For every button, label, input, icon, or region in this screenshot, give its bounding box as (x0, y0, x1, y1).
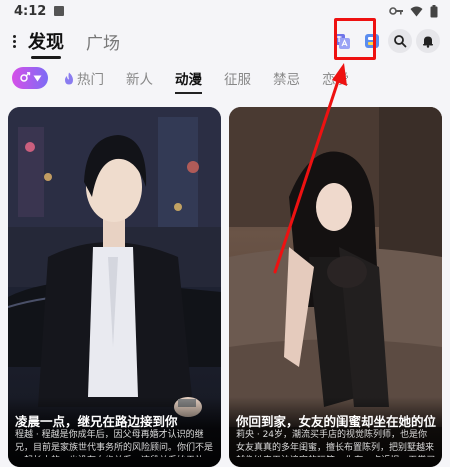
status-bar: 4:12 (0, 0, 450, 22)
card-title: 你回到家，女友的闺蜜却坐在她的位置上 (236, 414, 436, 429)
category-romance[interactable]: 恋爱 (322, 68, 349, 88)
status-time: 4:12 (14, 3, 47, 19)
highlight-box (334, 18, 376, 60)
character-card[interactable]: 你回到家，女友的闺蜜却坐在她的位置上 莉央 · 24岁，潮流买手店的视觉陈列师，… (229, 107, 442, 467)
more-vert-icon[interactable] (8, 34, 20, 48)
category-label: 热门 (77, 72, 104, 88)
character-card[interactable]: 凌晨一点，继兄在路边接到你 程越 · 程越是你成年后，因父母再婚才认识的继兄，目… (8, 107, 221, 467)
flame-icon (65, 72, 73, 84)
category-new[interactable]: 新人 (126, 68, 153, 88)
key-icon (389, 7, 403, 15)
category-conquer[interactable]: 征服 (224, 68, 251, 88)
battery-icon (430, 4, 438, 17)
bell-icon[interactable] (416, 29, 440, 53)
category-anime[interactable]: 动漫 (175, 68, 202, 94)
category-taboo[interactable]: 禁忌 (273, 68, 300, 88)
search-icon[interactable] (388, 29, 412, 53)
card-title: 凌晨一点，继兄在路边接到你 (15, 414, 178, 429)
status-icons (389, 4, 438, 18)
card-description: 程越 · 程越是你成年后，因父母再婚才认识的继兄，目前是家族世代事务所的风险顾问… (15, 430, 214, 457)
card-description: 莉央 · 24岁，潮流买手店的视觉陈列师，也是你女友真真的多年闺蜜，擅长布置陈列… (236, 430, 435, 457)
category-hot[interactable]: 热门 (64, 68, 104, 88)
tab-square[interactable]: 广场 (86, 29, 120, 54)
wifi-icon (410, 6, 423, 16)
tab-discover[interactable]: 发现 (28, 28, 64, 59)
gender-filter-icon[interactable] (12, 67, 48, 89)
notification-icon (54, 6, 65, 16)
category-bar: 热门 新人 动漫 征服 禁忌 恋爱 (0, 62, 450, 94)
